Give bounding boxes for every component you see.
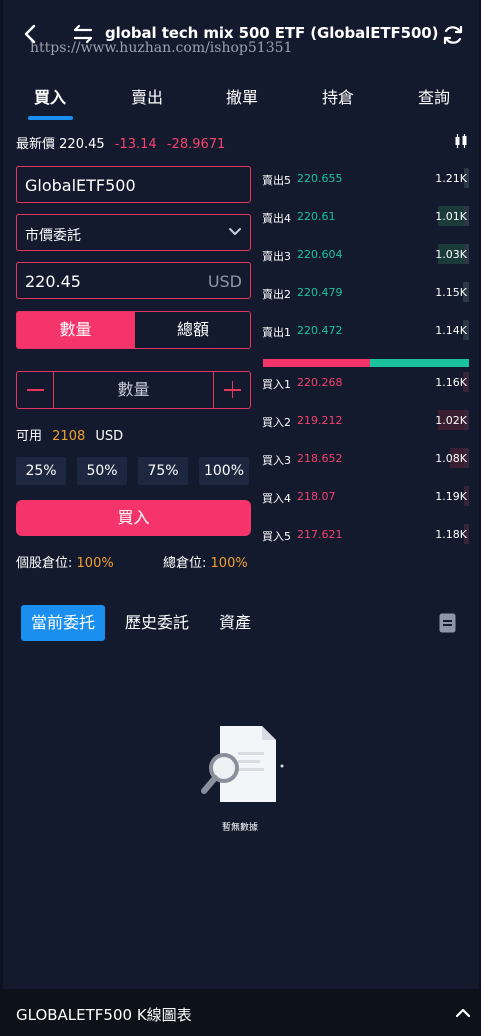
bid-row-5[interactable]: 買入5 217.621 1.18K [262, 524, 469, 544]
order-volume: 1.15K [435, 286, 467, 299]
symbol-value: GlobalETF500 [25, 176, 136, 195]
order-volume: 1.21K [435, 172, 467, 185]
chevron-up-icon[interactable] [455, 1007, 471, 1019]
price-field[interactable]: 220.45 USD [16, 262, 251, 299]
percent-75-button[interactable]: 75% [138, 457, 188, 485]
available-balance: 可用 2108 USD [16, 425, 123, 444]
empty-state-text: 暫無數據 [222, 823, 259, 833]
percent-50-button[interactable]: 50% [77, 457, 127, 485]
order-price: 218.07 [297, 490, 336, 503]
order-volume: 1.18K [435, 528, 467, 541]
depth-ratio-bar [263, 359, 469, 367]
price-input-value: 220.45 [25, 272, 81, 291]
order-volume: 1.19K [435, 490, 467, 503]
available-label: 可用 [16, 429, 43, 444]
tab-assets[interactable]: 資產 [207, 605, 263, 641]
tab-sell[interactable]: 賣出 [117, 84, 177, 108]
price-label: 最新價 [16, 137, 56, 152]
order-type-value: 市價委託 [25, 228, 81, 244]
available-unit: USD [95, 429, 124, 444]
kline-label: GLOBALETF500 K線圖表 [16, 1006, 192, 1024]
bid-row-3[interactable]: 買入3 218.652 1.08K [262, 448, 469, 468]
trade-tabs: 買入 賣出 撤單 持倉 查詢 [0, 70, 481, 120]
percent-25-button[interactable]: 25% [16, 457, 66, 485]
document-icon[interactable] [439, 613, 456, 633]
bid-row-1[interactable]: 買入1 220.268 1.16K [262, 372, 469, 392]
order-type-select[interactable]: 市價委託 [16, 214, 251, 251]
order-level-label: 賣出2 [262, 288, 291, 301]
header: global tech mix 500 ETF (GlobalETF500) h… [0, 0, 481, 66]
single-position-value: 100% [76, 556, 114, 571]
order-volume: 1.03K [435, 248, 467, 261]
order-level-label: 賣出5 [262, 174, 291, 187]
quantity-input[interactable]: 數量 [54, 372, 213, 408]
percent-100-button[interactable]: 100% [199, 457, 249, 485]
order-price: 220.472 [297, 324, 343, 337]
bid-row-2[interactable]: 買入2 219.212 1.02K [262, 410, 469, 430]
chevron-down-icon [229, 228, 241, 235]
bid-row-4[interactable]: 買入4 218.07 1.19K [262, 486, 469, 506]
order-volume: 1.02K [435, 414, 467, 427]
order-level-label: 買入4 [262, 492, 291, 505]
order-price: 220.604 [297, 248, 343, 261]
price-change-pct: -28.9671 [166, 137, 226, 152]
available-value: 2108 [52, 429, 86, 444]
kline-footer[interactable]: GLOBALETF500 K線圖表 [0, 989, 481, 1036]
tab-current-orders[interactable]: 當前委托 [21, 605, 105, 641]
tab-cancel[interactable]: 撤單 [212, 84, 272, 108]
last-price: 220.45 [59, 137, 105, 152]
active-tab-indicator [28, 116, 73, 120]
no-data-illustration-icon [201, 726, 284, 802]
ask-row-5[interactable]: 賣出1 220.472 1.14K [262, 320, 469, 340]
order-volume: 1.08K [435, 452, 467, 465]
order-price: 218.652 [297, 452, 343, 465]
price-line: 最新價 220.45 -13.14 -28.9671 [16, 133, 225, 152]
order-price: 220.479 [297, 286, 343, 299]
refresh-icon[interactable] [442, 24, 464, 46]
left-edge [0, 0, 3, 1036]
mode-amount-button[interactable]: 總額 [134, 312, 250, 348]
increment-button[interactable] [213, 372, 250, 408]
price-change: -13.14 [114, 137, 157, 152]
order-price: 220.655 [297, 172, 343, 185]
order-price: 219.212 [297, 414, 343, 427]
watermark: https://www.huzhan.com/ishop51351 [30, 40, 293, 56]
tab-buy[interactable]: 買入 [20, 84, 80, 108]
order-volume: 1.14K [435, 324, 467, 337]
order-level-label: 賣出3 [262, 250, 291, 263]
ask-row-4[interactable]: 賣出2 220.479 1.15K [262, 282, 469, 302]
decrement-button[interactable] [17, 372, 54, 408]
order-level-label: 買入3 [262, 454, 291, 467]
total-position-label: 總倉位: [163, 556, 207, 571]
total-position-value: 100% [210, 556, 248, 571]
candlestick-icon[interactable] [453, 133, 469, 149]
single-position: 個股倉位: 100% [16, 552, 114, 571]
order-level-label: 買入1 [262, 378, 291, 391]
ask-row-3[interactable]: 賣出3 220.604 1.03K [262, 244, 469, 264]
order-level-label: 買入5 [262, 530, 291, 543]
total-position: 總倉位: 100% [163, 552, 248, 571]
order-price: 220.61 [297, 210, 336, 223]
tab-positions[interactable]: 持倉 [308, 84, 368, 108]
order-volume: 1.16K [435, 376, 467, 389]
depth-sell-segment [370, 359, 469, 367]
order-price: 217.621 [297, 528, 343, 541]
tab-query[interactable]: 查詢 [404, 84, 464, 108]
symbol-field[interactable]: GlobalETF500 [16, 166, 251, 203]
order-price: 220.268 [297, 376, 343, 389]
order-volume: 1.01K [435, 210, 467, 223]
price-unit: USD [207, 272, 242, 291]
order-level-label: 賣出1 [262, 326, 291, 339]
buy-button[interactable]: 買入 [16, 500, 251, 536]
order-level-label: 賣出4 [262, 212, 291, 225]
quantity-stepper: 數量 [16, 371, 251, 409]
ask-row-1[interactable]: 賣出5 220.655 1.21K [262, 168, 469, 188]
order-level-label: 買入2 [262, 416, 291, 429]
amount-mode-toggle: 數量 總額 [16, 311, 251, 349]
depth-buy-segment [263, 359, 371, 367]
ask-row-2[interactable]: 賣出4 220.61 1.01K [262, 206, 469, 226]
tab-order-history[interactable]: 歷史委託 [113, 605, 201, 641]
mode-quantity-button[interactable]: 數量 [17, 312, 134, 348]
single-position-label: 個股倉位: [16, 556, 73, 571]
